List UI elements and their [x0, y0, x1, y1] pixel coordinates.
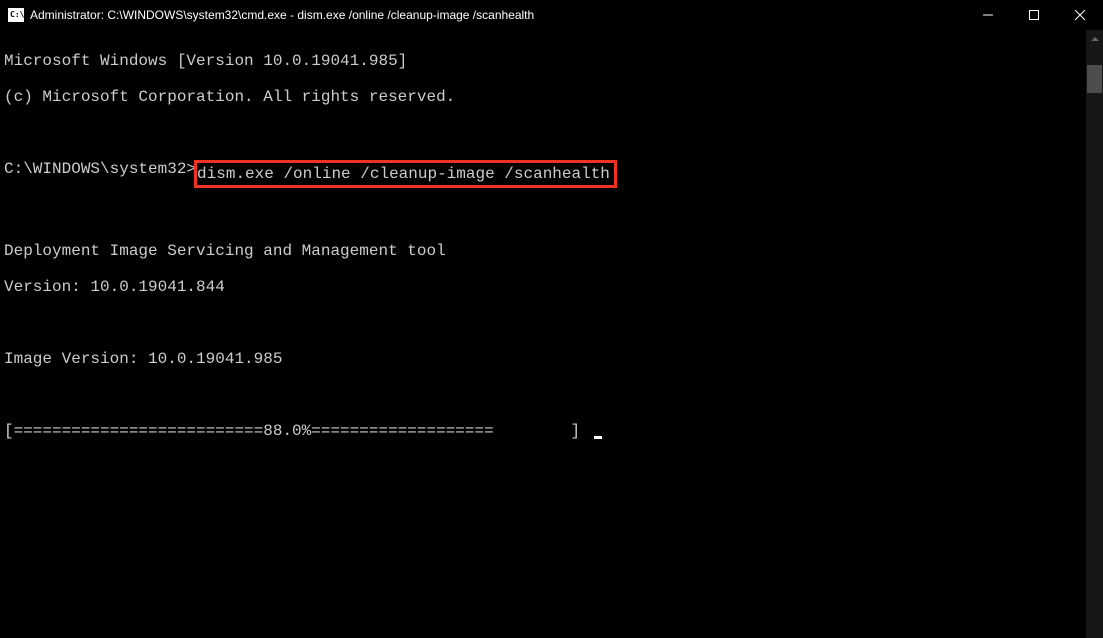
titlebar-left: C:\ Administrator: C:\WINDOWS\system32\c… [8, 8, 534, 22]
progress-line: [==========================88.0%========… [4, 422, 1099, 440]
maximize-button[interactable] [1011, 0, 1057, 30]
dism-tool-version: Version: 10.0.19041.844 [4, 278, 1099, 296]
window-controls [965, 0, 1103, 30]
command-highlight: dism.exe /online /cleanup-image /scanhea… [194, 160, 617, 188]
blank-line [4, 206, 1099, 224]
titlebar[interactable]: C:\ Administrator: C:\WINDOWS\system32\c… [0, 0, 1103, 30]
cmd-icon: C:\ [8, 8, 24, 22]
command-text: dism.exe /online /cleanup-image /scanhea… [197, 165, 610, 183]
dism-tool-name: Deployment Image Servicing and Managemen… [4, 242, 1099, 260]
blank-line [4, 314, 1099, 332]
image-version: Image Version: 10.0.19041.985 [4, 350, 1099, 368]
cursor [594, 436, 602, 439]
progress-bar: [==========================88.0%========… [4, 422, 590, 440]
terminal-output[interactable]: Microsoft Windows [Version 10.0.19041.98… [0, 30, 1103, 462]
prompt-path: C:\WINDOWS\system32> [4, 160, 196, 178]
minimize-button[interactable] [965, 0, 1011, 30]
output-line-copyright: (c) Microsoft Corporation. All rights re… [4, 88, 1099, 106]
scrollbar[interactable] [1086, 30, 1103, 638]
prompt-line: C:\WINDOWS\system32>dism.exe /online /cl… [4, 160, 1099, 188]
blank-line [4, 124, 1099, 142]
window-title: Administrator: C:\WINDOWS\system32\cmd.e… [30, 8, 534, 22]
scroll-up-arrow-icon[interactable] [1086, 30, 1103, 47]
close-button[interactable] [1057, 0, 1103, 30]
blank-line [4, 386, 1099, 404]
scroll-thumb[interactable] [1087, 65, 1102, 93]
output-line-version: Microsoft Windows [Version 10.0.19041.98… [4, 52, 1099, 70]
